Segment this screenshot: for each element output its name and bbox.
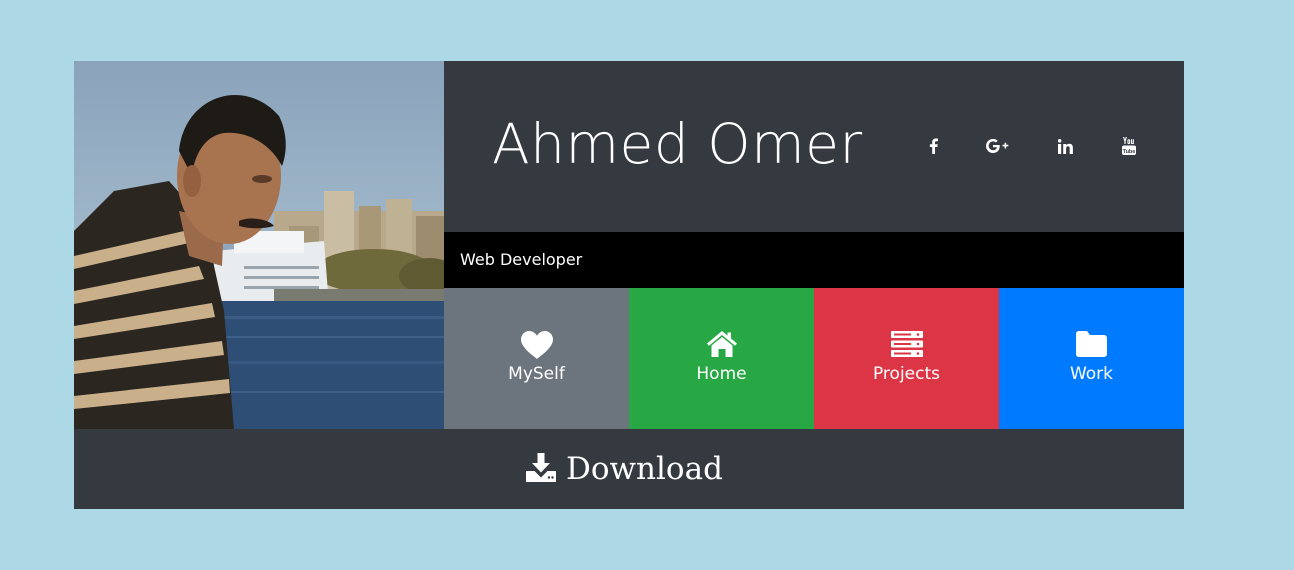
tile-label: Home	[696, 364, 747, 384]
download-button[interactable]: Download	[526, 449, 723, 489]
tile-home[interactable]: Home	[629, 288, 814, 429]
tile-label: MySelf	[508, 364, 565, 384]
tile-label: Work	[1069, 364, 1114, 384]
tile-work[interactable]: Work	[999, 288, 1184, 429]
folder-icon	[1076, 331, 1107, 359]
facebook-link[interactable]	[919, 135, 947, 157]
linkedin-icon	[1057, 138, 1073, 154]
tile-myself[interactable]: MySelf	[444, 288, 629, 429]
profile-card: Ahmed Omer Tube Web Developer MySelf Hom…	[74, 61, 1184, 509]
tile-label: Projects	[872, 364, 941, 384]
google-plus-link[interactable]	[984, 135, 1012, 157]
heart-icon	[520, 331, 553, 359]
download-label: Download	[566, 451, 723, 487]
svg-text:Tube: Tube	[1123, 149, 1136, 155]
nav-tiles: MySelf Home Projects Work	[444, 288, 1184, 429]
download-icon	[526, 452, 556, 486]
facebook-icon	[929, 138, 938, 154]
subtitle-bar: Web Developer	[444, 232, 1184, 288]
download-bar: Download	[74, 429, 1184, 509]
profile-title: Web Developer	[460, 250, 583, 269]
linkedin-link[interactable]	[1051, 135, 1079, 157]
profile-name: Ahmed Omer	[492, 112, 863, 176]
youtube-icon: Tube	[1122, 137, 1136, 155]
profile-header: Ahmed Omer Tube	[444, 61, 1184, 232]
server-icon	[890, 331, 923, 359]
profile-photo	[74, 61, 444, 429]
tile-projects[interactable]: Projects	[814, 288, 999, 429]
google-plus-icon	[986, 139, 1010, 153]
home-icon	[706, 331, 737, 359]
youtube-link[interactable]: Tube	[1115, 135, 1143, 157]
